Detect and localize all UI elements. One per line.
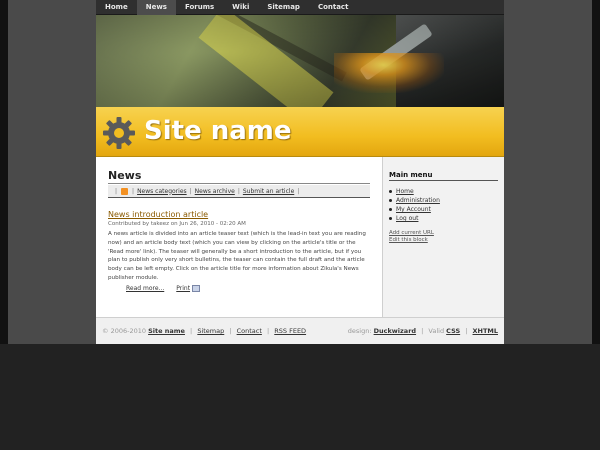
nav-item-forums[interactable]: Forums	[176, 0, 223, 15]
site-name[interactable]: Site name	[144, 116, 292, 146]
content-area: News | | News categories | News archive …	[96, 157, 504, 317]
page-title: News	[108, 169, 370, 184]
gear-icon	[103, 117, 135, 149]
article-title-link[interactable]: News introduction article	[108, 210, 370, 219]
sidebar: Main menu Home Administration My Account…	[383, 157, 504, 317]
menu-item-log-out: Log out	[389, 214, 498, 223]
main-menu-list: Home Administration My Account Log out	[389, 187, 498, 223]
valid-label: Valid	[428, 327, 445, 335]
bullet-icon	[389, 217, 392, 220]
news-subnav: | | News categories | News archive | Sub…	[108, 185, 370, 198]
left-edge	[0, 0, 8, 344]
valid-xhtml-link[interactable]: XHTML	[473, 327, 499, 335]
article-actions: Read more... Print	[108, 284, 370, 292]
print-link[interactable]: Print	[176, 285, 190, 292]
footer-sitemap-link[interactable]: Sitemap	[197, 327, 224, 335]
main-menu-title: Main menu	[389, 171, 498, 181]
main-column: News | | News categories | News archive …	[96, 157, 383, 317]
bullet-icon	[389, 190, 392, 193]
footer-contact-link[interactable]: Contact	[237, 327, 262, 335]
menu-link-administration[interactable]: Administration	[396, 196, 440, 205]
menu-item-home: Home	[389, 187, 498, 196]
page-container: Home News Forums Wiki Sitemap Contact Si…	[96, 0, 504, 344]
nav-item-home[interactable]: Home	[96, 0, 137, 15]
article-meta: Contributed by takeez on Jun 26, 2010 - …	[108, 221, 246, 227]
footer-right: design: Duckwizard | Valid CSS | XHTML	[347, 327, 499, 335]
menu-link-my-account[interactable]: My Account	[396, 205, 431, 214]
submit-article-link[interactable]: Submit an article	[243, 188, 294, 195]
article-teaser-text: A news article is divided into an articl…	[108, 231, 366, 281]
site-header: Site name	[96, 107, 504, 157]
copyright-text: © 2006-2010	[102, 327, 146, 335]
menu-item-my-account: My Account	[389, 205, 498, 214]
menu-link-log-out[interactable]: Log out	[396, 214, 418, 223]
header-banner-image	[96, 15, 504, 107]
footer-left: © 2006-2010 Site name | Sitemap | Contac…	[102, 327, 307, 335]
footer-rss-feed-link[interactable]: RSS FEED	[274, 327, 306, 335]
footer-site-name-link[interactable]: Site name	[148, 327, 185, 335]
block-admin-links: Add current URL Edit this block	[389, 230, 498, 244]
add-current-url-link[interactable]: Add current URL	[389, 230, 498, 237]
valid-css-link[interactable]: CSS	[446, 327, 460, 335]
bullet-icon	[389, 208, 392, 211]
news-archive-link[interactable]: News archive	[195, 188, 235, 195]
news-categories-link[interactable]: News categories	[137, 188, 187, 195]
right-edge	[592, 0, 600, 344]
designer-link[interactable]: Duckwizard	[374, 327, 416, 335]
left-side-panel	[0, 0, 96, 344]
edit-block-link[interactable]: Edit this block	[389, 237, 498, 244]
right-side-panel	[504, 0, 600, 344]
read-more-link[interactable]: Read more...	[126, 285, 164, 292]
nav-item-sitemap[interactable]: Sitemap	[258, 0, 309, 15]
nav-item-news[interactable]: News	[136, 0, 176, 15]
top-navigation: Home News Forums Wiki Sitemap Contact	[96, 0, 504, 15]
nav-item-contact[interactable]: Contact	[309, 0, 358, 15]
nav-item-wiki[interactable]: Wiki	[223, 0, 258, 15]
design-label: design:	[347, 327, 372, 335]
bullet-icon	[389, 199, 392, 202]
rss-icon[interactable]	[121, 187, 129, 195]
footer: © 2006-2010 Site name | Sitemap | Contac…	[96, 317, 504, 344]
menu-item-administration: Administration	[389, 196, 498, 205]
print-icon[interactable]	[192, 284, 201, 292]
menu-link-home[interactable]: Home	[396, 187, 414, 196]
